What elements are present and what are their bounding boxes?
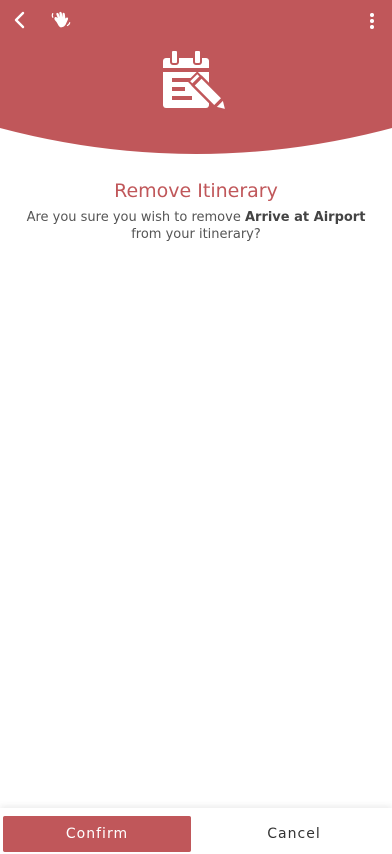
itinerary-item-name: Arrive at Airport [244,210,366,225]
more-vertical-icon [370,13,374,29]
dialog-message: Are you sure you wish to remove Arrive a… [10,209,382,243]
more-options-button[interactable] [362,9,382,33]
hero-header [0,0,392,158]
waving-hand-icon [51,11,71,28]
action-footer: Confirm Cancel [0,808,392,854]
top-bar [0,0,392,42]
chevron-left-icon [14,11,25,29]
message-suffix: from your itinerary? [131,227,261,242]
dialog-title: Remove Itinerary [114,180,278,202]
calendar-edit-icon [163,50,228,112]
message-prefix: Are you sure you wish to remove [26,210,245,225]
confirm-button[interactable]: Confirm [3,816,191,852]
remove-itinerary-screen: Remove Itinerary Are you sure you wish t… [0,0,392,854]
cancel-button[interactable]: Cancel [198,816,390,852]
wave-button[interactable] [49,8,73,32]
back-button[interactable] [8,8,32,32]
